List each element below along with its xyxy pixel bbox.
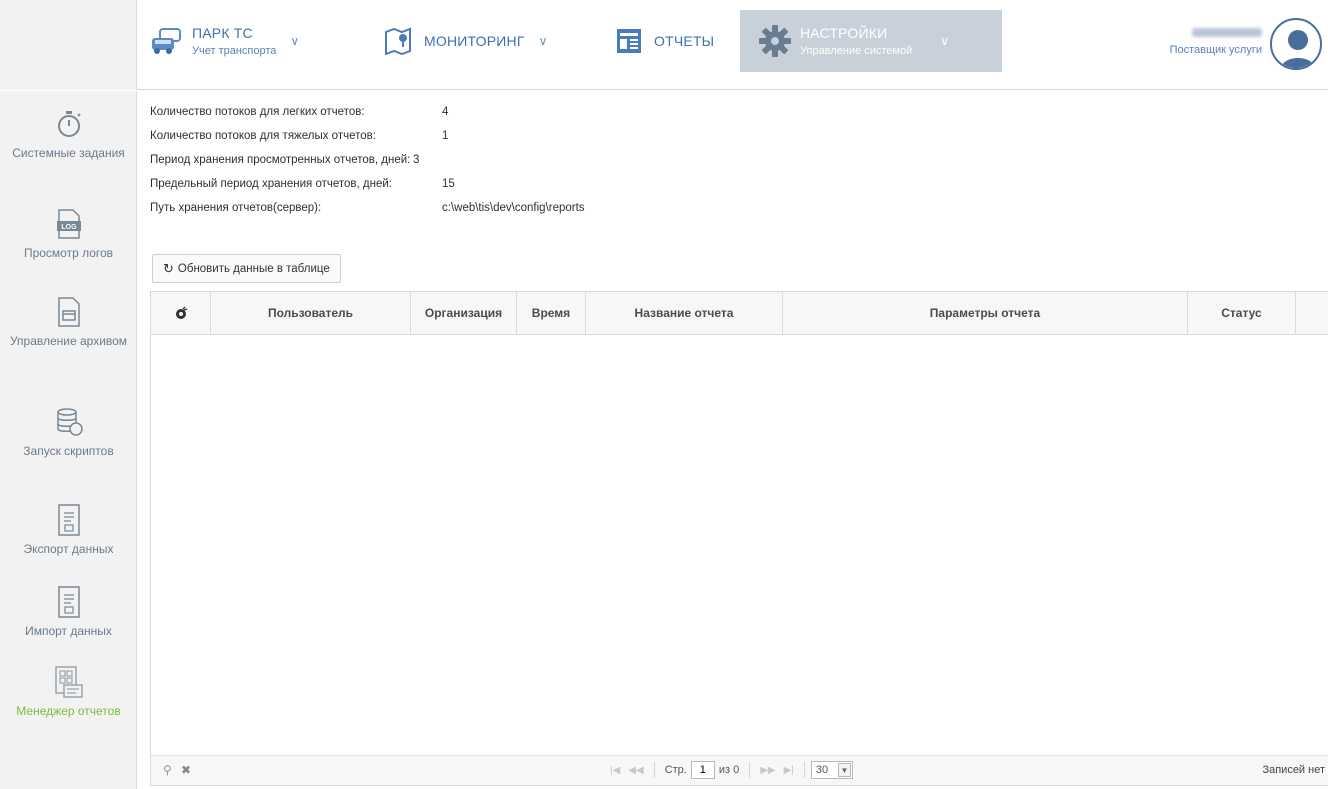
first-page-icon[interactable]: |◀ — [610, 765, 620, 776]
table-header: Пользователь Организация Время Название … — [151, 292, 1328, 335]
last-page-icon[interactable]: ▶| — [784, 765, 794, 776]
user-info[interactable]: Поставщик услуги — [1170, 26, 1262, 56]
sidebar-item-report-manager[interactable]: Менеджер отчетов — [0, 666, 137, 720]
prev-page-icon[interactable]: ◀◀ — [628, 765, 643, 776]
report-manager-icon — [54, 666, 84, 698]
sidebar-item-import[interactable]: Импорт данных — [0, 586, 137, 640]
page-label: Стр. — [664, 764, 687, 776]
nav-park[interactable]: ПАРК ТС Учет транспорта ∨ — [150, 10, 320, 72]
map-pin-icon — [382, 24, 416, 58]
info-value: 15 — [442, 178, 455, 190]
nav-park-title: ПАРК ТС — [192, 25, 253, 41]
avatar[interactable] — [1270, 18, 1322, 70]
document-export-icon — [54, 504, 84, 536]
reports-table: Пользователь Организация Время Название … — [150, 291, 1328, 786]
gear-icon — [758, 24, 792, 58]
page-size-select[interactable]: 30 ▼ — [810, 761, 853, 779]
info-value: 1 — [442, 130, 449, 142]
sidebar-item-label: Импорт данных — [25, 624, 112, 638]
column-header-time[interactable]: Время — [517, 292, 586, 334]
records-count: Записей нет — [1262, 764, 1325, 776]
nav-reports[interactable]: ОТЧЕТЫ — [612, 10, 732, 72]
nav-reports-title: ОТЧЕТЫ — [654, 33, 715, 49]
info-value: 3 — [413, 154, 420, 166]
info-key: Количество потоков для легких отчетов: — [150, 106, 365, 118]
sidebar-item-label: Системные задания — [12, 146, 125, 160]
page-size-value: 30 — [815, 764, 829, 776]
table-body — [151, 335, 1328, 757]
sidebar-item-view-logs[interactable]: LOG Просмотр логов — [0, 209, 137, 262]
search-icon[interactable]: ⚲ — [163, 763, 172, 777]
column-header-user[interactable]: Пользователь — [211, 292, 411, 334]
nav-settings-subtitle: Управление системой — [800, 45, 913, 57]
column-header-organization[interactable]: Организация — [411, 292, 517, 334]
svg-text:LOG: LOG — [61, 224, 77, 231]
info-key: Количество потоков для тяжелых отчетов: — [150, 130, 376, 142]
nav-park-subtitle: Учет транспорта — [192, 45, 277, 57]
chevron-down-icon: ∨ — [940, 34, 950, 48]
column-header-report-params[interactable]: Параметры отчета — [783, 292, 1188, 334]
table-pager: ⚲ ✖ |◀ ◀◀ Стр. из 0 ▶▶ ▶| 30 ▼ Записей н… — [151, 755, 1328, 785]
archive-icon — [54, 297, 84, 327]
info-key: Предельный период хранения отчетов, дней… — [150, 178, 392, 190]
pager-separator — [653, 762, 655, 778]
sidebar-item-export[interactable]: Экспорт данных — [0, 504, 137, 558]
snail-icon — [175, 306, 187, 319]
sidebar-item-archive[interactable]: Управление архивом — [0, 297, 137, 350]
cars-icon — [150, 24, 184, 58]
sidebar-item-label: Менеджер отчетов — [16, 704, 121, 718]
page-of-label: из 0 — [718, 764, 740, 776]
refresh-table-button[interactable]: ↻ Обновить данные в таблице — [152, 254, 341, 283]
column-header-report-name[interactable]: Название отчета — [586, 292, 783, 334]
refresh-label: Обновить данные в таблице — [177, 262, 330, 275]
nav-settings-title: НАСТРОЙКИ — [800, 25, 888, 41]
user-role: Поставщик услуги — [1169, 44, 1262, 56]
sidebar-item-run-scripts[interactable]: Запуск скриптов — [0, 407, 137, 460]
top-left-corner — [0, 0, 137, 90]
column-header-status[interactable]: Статус — [1188, 292, 1296, 334]
pagination: |◀ ◀◀ Стр. из 0 ▶▶ ▶| 30 ▼ — [606, 761, 853, 779]
info-value: c:\web\tis\dev\config\reports — [442, 202, 585, 214]
sidebar: Системные задания LOG Просмотр логов Упр… — [0, 91, 137, 789]
pager-separator — [749, 762, 751, 778]
sidebar-item-label: Управление архивом — [9, 334, 128, 348]
chevron-down-icon: ∨ — [290, 34, 300, 48]
stopwatch-icon — [54, 109, 84, 139]
log-file-icon: LOG — [54, 209, 84, 239]
column-header-status-icon[interactable] — [151, 292, 211, 334]
nav-monitoring-title: МОНИТОРИНГ — [424, 33, 525, 49]
report-icon — [612, 24, 646, 58]
refresh-icon: ↻ — [163, 260, 174, 276]
chevron-down-icon: ▼ — [837, 763, 851, 777]
nav-settings[interactable]: НАСТРОЙКИ Управление системой ∨ — [740, 10, 1002, 72]
document-import-icon — [54, 586, 84, 618]
nav-monitoring[interactable]: МОНИТОРИНГ ∨ — [382, 10, 552, 72]
chevron-down-icon: ∨ — [538, 34, 548, 48]
sidebar-item-label: Просмотр логов — [23, 246, 114, 260]
sidebar-item-system-tasks[interactable]: Системные задания — [0, 109, 137, 162]
pager-separator — [803, 762, 805, 778]
info-key: Путь хранения отчетов(сервер): — [150, 202, 322, 214]
info-value: 4 — [442, 106, 449, 118]
info-key: Период хранения просмотренных отчетов, д… — [150, 154, 411, 166]
database-script-icon — [54, 407, 84, 437]
top-navigation: ПАРК ТС Учет транспорта ∨ МОНИТОРИНГ ∨ О… — [0, 0, 1328, 90]
sidebar-item-label: Запуск скриптов — [23, 444, 114, 458]
sidebar-item-label: Экспорт данных — [23, 542, 114, 556]
user-name-blurred — [1192, 28, 1262, 37]
next-page-icon[interactable]: ▶▶ — [760, 765, 775, 776]
page-number-input[interactable] — [690, 761, 715, 779]
clear-filter-icon[interactable]: ✖ — [181, 763, 191, 777]
